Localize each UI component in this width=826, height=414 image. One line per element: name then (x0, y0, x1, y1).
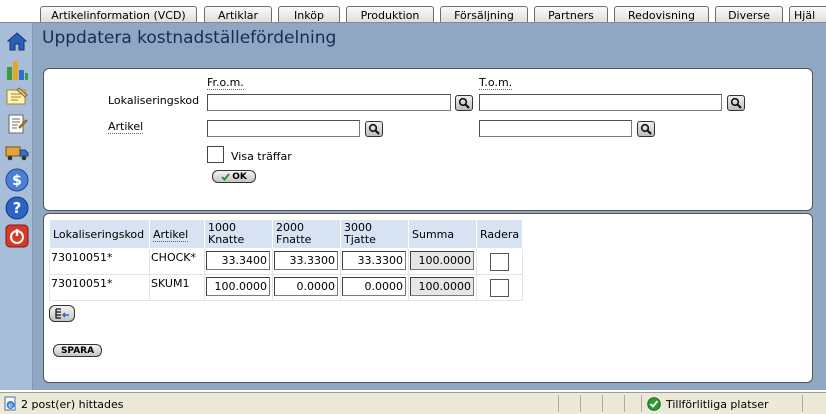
edit-form-icon[interactable] (5, 112, 29, 136)
location-from-input[interactable] (207, 94, 451, 111)
show-hits-checkbox[interactable] (207, 146, 224, 163)
delete-checkbox[interactable] (490, 279, 510, 297)
header-delete: Radera (475, 219, 524, 249)
cell-article: SKUM1 (149, 274, 205, 301)
svg-text:e: e (8, 402, 12, 410)
to-label: T.o.m. (479, 76, 513, 90)
header-sum: Summa (408, 219, 477, 249)
help-icon[interactable]: ? (5, 196, 29, 220)
status-separator (580, 395, 581, 412)
tab-partners[interactable]: Partners (534, 6, 608, 23)
magnifier-icon (640, 123, 652, 135)
header-article[interactable]: Artikel (149, 219, 205, 249)
header-cost-center-3000: 3000 Tjatte (340, 219, 409, 249)
tab-diverse[interactable]: Diverse (715, 6, 783, 23)
article-from-input[interactable] (207, 120, 360, 137)
location-to-search-button[interactable] (727, 95, 745, 111)
header-location: Lokaliseringskod (49, 219, 150, 249)
ok-button[interactable]: OK (212, 170, 256, 183)
sum-field: 100.0000 (410, 251, 474, 270)
add-row-icon (55, 308, 69, 319)
tab-help[interactable]: Hjäl (789, 6, 826, 23)
article-label: Artikel (108, 120, 144, 134)
magnifier-icon (368, 123, 380, 135)
header-cost-center-2000: 2000 Fnatte (272, 219, 341, 249)
magnifier-icon (458, 97, 470, 109)
save-button[interactable]: SPARA (53, 344, 102, 357)
status-bar: e 2 post(er) hittades Tillförlitliga pla… (0, 392, 826, 414)
cell-location: 73010051* (49, 274, 150, 301)
table-header-row: Lokaliseringskod Artikel 1000 Knatte 2000… (49, 219, 524, 249)
notepad-icon[interactable] (5, 84, 29, 108)
header-cost-center-1000: 1000 Knatte (204, 219, 273, 249)
location-label: Lokaliseringskod (108, 94, 200, 107)
cost-input-2000[interactable]: 33.3300 (274, 251, 338, 270)
sum-field: 100.0000 (410, 277, 474, 296)
show-hits-label: Visa träffar (231, 150, 292, 163)
tab-produktion[interactable]: Produktion (346, 6, 434, 23)
article-to-input[interactable] (479, 120, 632, 137)
table-row: 73010051* SKUM1 100.0000 0.0000 0.0000 1… (49, 274, 524, 301)
cost-input-1000[interactable]: 33.3400 (206, 251, 270, 270)
tab-artiklar[interactable]: Artiklar (204, 6, 272, 23)
magnifier-icon (730, 97, 742, 109)
distribution-table: Lokaliseringskod Artikel 1000 Knatte 2000… (49, 219, 524, 301)
dollar-icon[interactable]: $ (5, 168, 29, 192)
page-icon: e (4, 396, 16, 411)
filter-panel (43, 68, 813, 211)
cell-location: 73010051* (49, 248, 150, 275)
location-from-search-button[interactable] (455, 95, 473, 111)
svg-text:$: $ (12, 173, 22, 189)
location-to-input[interactable] (479, 94, 722, 111)
svg-text:?: ? (13, 199, 22, 217)
chart-icon[interactable] (5, 57, 29, 81)
from-label: Fr.o.m. (207, 76, 244, 90)
ok-button-label: OK (232, 171, 247, 182)
cell-article: CHOCK* (149, 248, 205, 275)
sidebar: $ ? (0, 23, 33, 390)
zone-text: Tillförlitliga platser (666, 398, 769, 411)
status-separator (641, 395, 642, 412)
checkmark-icon (221, 172, 230, 181)
status-separator (602, 395, 603, 412)
truck-icon[interactable] (5, 140, 29, 164)
article-from-search-button[interactable] (365, 121, 383, 137)
tab-forsaljning[interactable]: Försäljning (440, 6, 528, 23)
add-row-button[interactable] (49, 305, 75, 322)
trusted-zone-icon (647, 397, 661, 411)
status-text: 2 post(er) hittades (21, 398, 124, 411)
tab-artikelinformation[interactable]: Artikelinformation (VCD) (40, 6, 197, 23)
status-separator (558, 395, 559, 412)
tab-inkop[interactable]: Inköp (278, 6, 340, 23)
page-title: Uppdatera kostnadställefördelning (42, 28, 337, 48)
status-separator (624, 395, 625, 412)
table-row: 73010051* CHOCK* 33.3400 33.3300 33.3300… (49, 248, 524, 275)
cost-input-3000[interactable]: 0.0000 (342, 277, 406, 296)
cost-input-1000[interactable]: 100.0000 (206, 277, 270, 296)
cost-input-3000[interactable]: 33.3300 (342, 251, 406, 270)
status-separator (802, 395, 803, 412)
tab-redovisning[interactable]: Redovisning (614, 6, 709, 23)
delete-checkbox[interactable] (490, 253, 510, 271)
power-icon[interactable] (5, 224, 29, 248)
article-to-search-button[interactable] (637, 121, 655, 137)
home-icon[interactable] (5, 29, 29, 53)
cost-input-2000[interactable]: 0.0000 (274, 277, 338, 296)
